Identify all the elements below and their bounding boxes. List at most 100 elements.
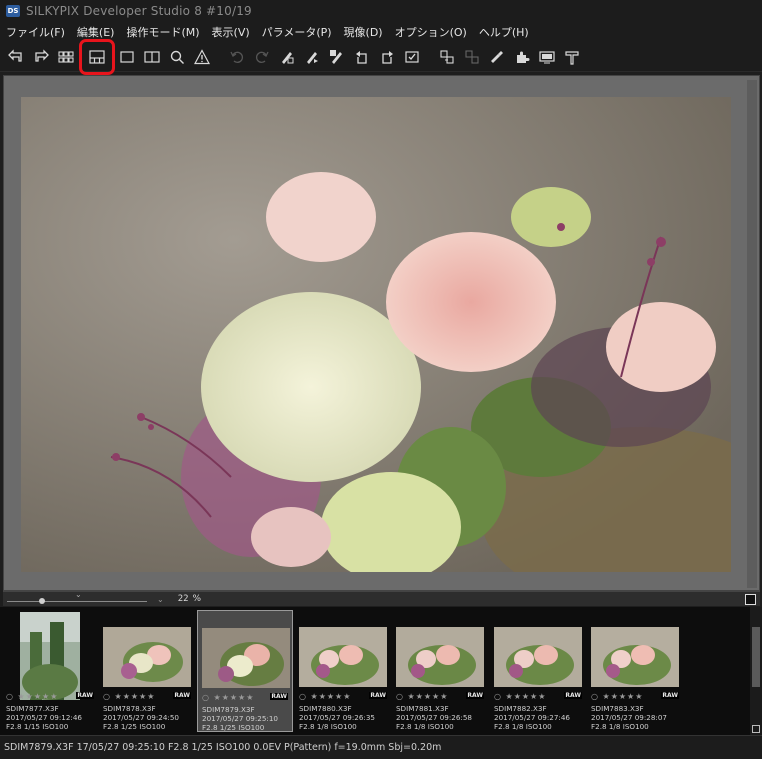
thumbnail-item-selected[interactable]: ○ ★★★★★ RAW SDIM7879.X3F 2017/05/27 09:2… (197, 610, 293, 732)
redo-button[interactable] (250, 45, 274, 69)
warning-button[interactable] (190, 45, 214, 69)
spot-tool-icon (491, 50, 503, 63)
app-logo-icon: DS (6, 5, 20, 17)
preview-image[interactable] (21, 97, 731, 572)
menu-help[interactable]: ヘルプ(H) (479, 24, 529, 40)
zoom-dropdown-icon[interactable]: ⌄ (157, 595, 164, 604)
zoom-value: 22 (177, 594, 189, 604)
rating-stars[interactable]: ○ ★★★★★ (103, 692, 155, 701)
zoom-knob[interactable] (39, 597, 45, 604)
thumbnail-item[interactable]: ○ ★★★★★ RAW SDIM7883.X3F 2017/05/27 09:2… (587, 610, 683, 732)
menu-operation-mode[interactable]: 操作モード(M) (126, 24, 199, 40)
menu-parameter[interactable]: パラメータ(P) (262, 24, 332, 40)
thumbnail-image (103, 627, 191, 687)
straighten-icon (565, 50, 579, 65)
thumbnail-datetime: 2017/05/27 09:27:46 (494, 713, 570, 722)
thumbnail-meta: SDIM7883.X3F 2017/05/27 09:28:07 F2.8 1/… (591, 704, 667, 731)
thumbnail-grid-button[interactable] (54, 45, 78, 69)
thumbnail-filename: SDIM7881.X3F (396, 704, 449, 713)
batch-develop-button[interactable] (460, 45, 484, 69)
plugin-button[interactable] (510, 45, 534, 69)
thumbnail-image (591, 627, 679, 687)
undo-icon (230, 51, 243, 63)
thumbnail-item[interactable]: ○ ★★★★★ RAW SDIM7881.X3F 2017/05/27 09:2… (392, 610, 488, 732)
paste-parameter-icon (307, 51, 318, 64)
scrollbar-thumb[interactable] (752, 627, 760, 687)
rating-stars[interactable]: ○ ★★★★★ (591, 692, 643, 701)
rating-stars[interactable]: ○ ★★★★★ (299, 692, 351, 701)
thumbnail-item[interactable]: ○ ★★★★★ RAW SDIM7880.X3F 2017/05/27 09:2… (295, 610, 391, 732)
spot-tool-button[interactable] (485, 45, 509, 69)
rating-stars[interactable]: ○ ★★★★★ (6, 692, 58, 701)
menu-edit[interactable]: 編集(E) (77, 24, 115, 40)
display-button[interactable] (535, 45, 559, 69)
scroll-corner-icon[interactable] (752, 725, 760, 733)
rating-stars[interactable]: ○ ★★★★★ (494, 692, 546, 701)
check-icon (405, 50, 419, 63)
raw-badge: RAW (466, 692, 484, 699)
title-bar: DS SILKYPIX Developer Studio 8 #10/19 (0, 0, 762, 22)
rotate-left-icon (356, 50, 367, 64)
single-preview-button[interactable] (115, 45, 139, 69)
batch-develop-icon (465, 49, 479, 64)
thumbnail-item[interactable]: ○ ★★★★★ RAW SDIM7877.X3F 2017/05/27 09:1… (2, 610, 98, 732)
loupe-button[interactable] (165, 45, 189, 69)
reset-parameter-button[interactable] (325, 45, 349, 69)
thumbnail-meta: SDIM7879.X3F 2017/05/27 09:25:10 F2.8 1/… (202, 705, 278, 732)
raw-badge: RAW (270, 693, 288, 700)
thumbnail-exposure: F2.8 1/8 ISO100 (299, 722, 357, 731)
zoom-track (7, 600, 147, 602)
menu-develop[interactable]: 現像(D) (344, 24, 383, 40)
rating-stars[interactable]: ○ ★★★★★ (396, 692, 448, 701)
reset-parameter-icon (330, 49, 342, 64)
raw-badge: RAW (661, 692, 679, 699)
menu-option[interactable]: オプション(O) (395, 24, 467, 40)
rating-stars[interactable]: ○ ★★★★★ (202, 693, 254, 702)
thumbnail-item[interactable]: ○ ★★★★★ RAW SDIM7882.X3F 2017/05/27 09:2… (490, 610, 586, 732)
develop-button[interactable] (435, 45, 459, 69)
thumbnail-filename: SDIM7882.X3F (494, 704, 547, 713)
paste-parameter-button[interactable] (300, 45, 324, 69)
rotate-left-button[interactable] (350, 45, 374, 69)
rotate-right-button[interactable] (375, 45, 399, 69)
plugin-icon (517, 51, 530, 63)
undo-button[interactable] (225, 45, 249, 69)
fit-window-icon[interactable] (745, 594, 756, 605)
display-icon (539, 50, 555, 63)
straighten-button[interactable] (560, 45, 584, 69)
prev-image-icon (8, 48, 22, 62)
thumbnail-datetime: 2017/05/27 09:12:46 (6, 713, 82, 722)
menu-file[interactable]: ファイル(F) (6, 24, 65, 40)
thumbnail-image (20, 612, 80, 700)
thumbnail-item[interactable]: ○ ★★★★★ RAW SDIM7878.X3F 2017/05/27 09:2… (99, 610, 195, 732)
toolbar-separator (215, 46, 225, 68)
chevron-down-icon[interactable]: ⌄ (75, 590, 82, 599)
copy-parameter-button[interactable] (275, 45, 299, 69)
thumbnail-datetime: 2017/05/27 09:28:07 (591, 713, 667, 722)
status-text: SDIM7879.X3F 17/05/27 09:25:10 F2.8 1/25… (4, 742, 442, 753)
menu-bar: ファイル(F) 編集(E) 操作モード(M) 表示(V) パラメータ(P) 現像… (0, 22, 762, 42)
thumbnail-exposure: F2.8 1/25 ISO100 (103, 722, 166, 731)
preview-scrollbar[interactable] (747, 80, 757, 588)
menu-view[interactable]: 表示(V) (212, 24, 250, 40)
zoom-slider[interactable]: ⌄ (7, 590, 147, 607)
thumbnail-exposure: F2.8 1/8 ISO100 (396, 722, 454, 731)
develop-icon (440, 49, 454, 64)
thumbnail-meta: SDIM7881.X3F 2017/05/27 09:26:58 F2.8 1/… (396, 704, 472, 731)
thumbnail-meta: SDIM7882.X3F 2017/05/27 09:27:46 F2.8 1/… (494, 704, 570, 731)
window-title: SILKYPIX Developer Studio 8 #10/19 (26, 4, 252, 18)
thumbnail-scrollbar[interactable] (750, 607, 762, 735)
thumbnail-filename: SDIM7880.X3F (299, 704, 352, 713)
raw-badge: RAW (173, 692, 191, 699)
prev-image-button[interactable] (4, 45, 28, 69)
next-image-button[interactable] (29, 45, 53, 69)
copy-parameter-icon (282, 51, 294, 64)
rotate-right-icon (382, 50, 393, 64)
thumbnail-filename: SDIM7883.X3F (591, 704, 644, 713)
thumbnail-exposure: F2.8 1/25 ISO100 (202, 723, 265, 732)
compare-button[interactable] (140, 45, 164, 69)
preview-thumbnail-button[interactable] (79, 38, 115, 75)
check-button[interactable] (400, 45, 424, 69)
raw-badge: RAW (369, 692, 387, 699)
zoom-bar: ⌄ ⌄ 22 % (3, 590, 760, 607)
